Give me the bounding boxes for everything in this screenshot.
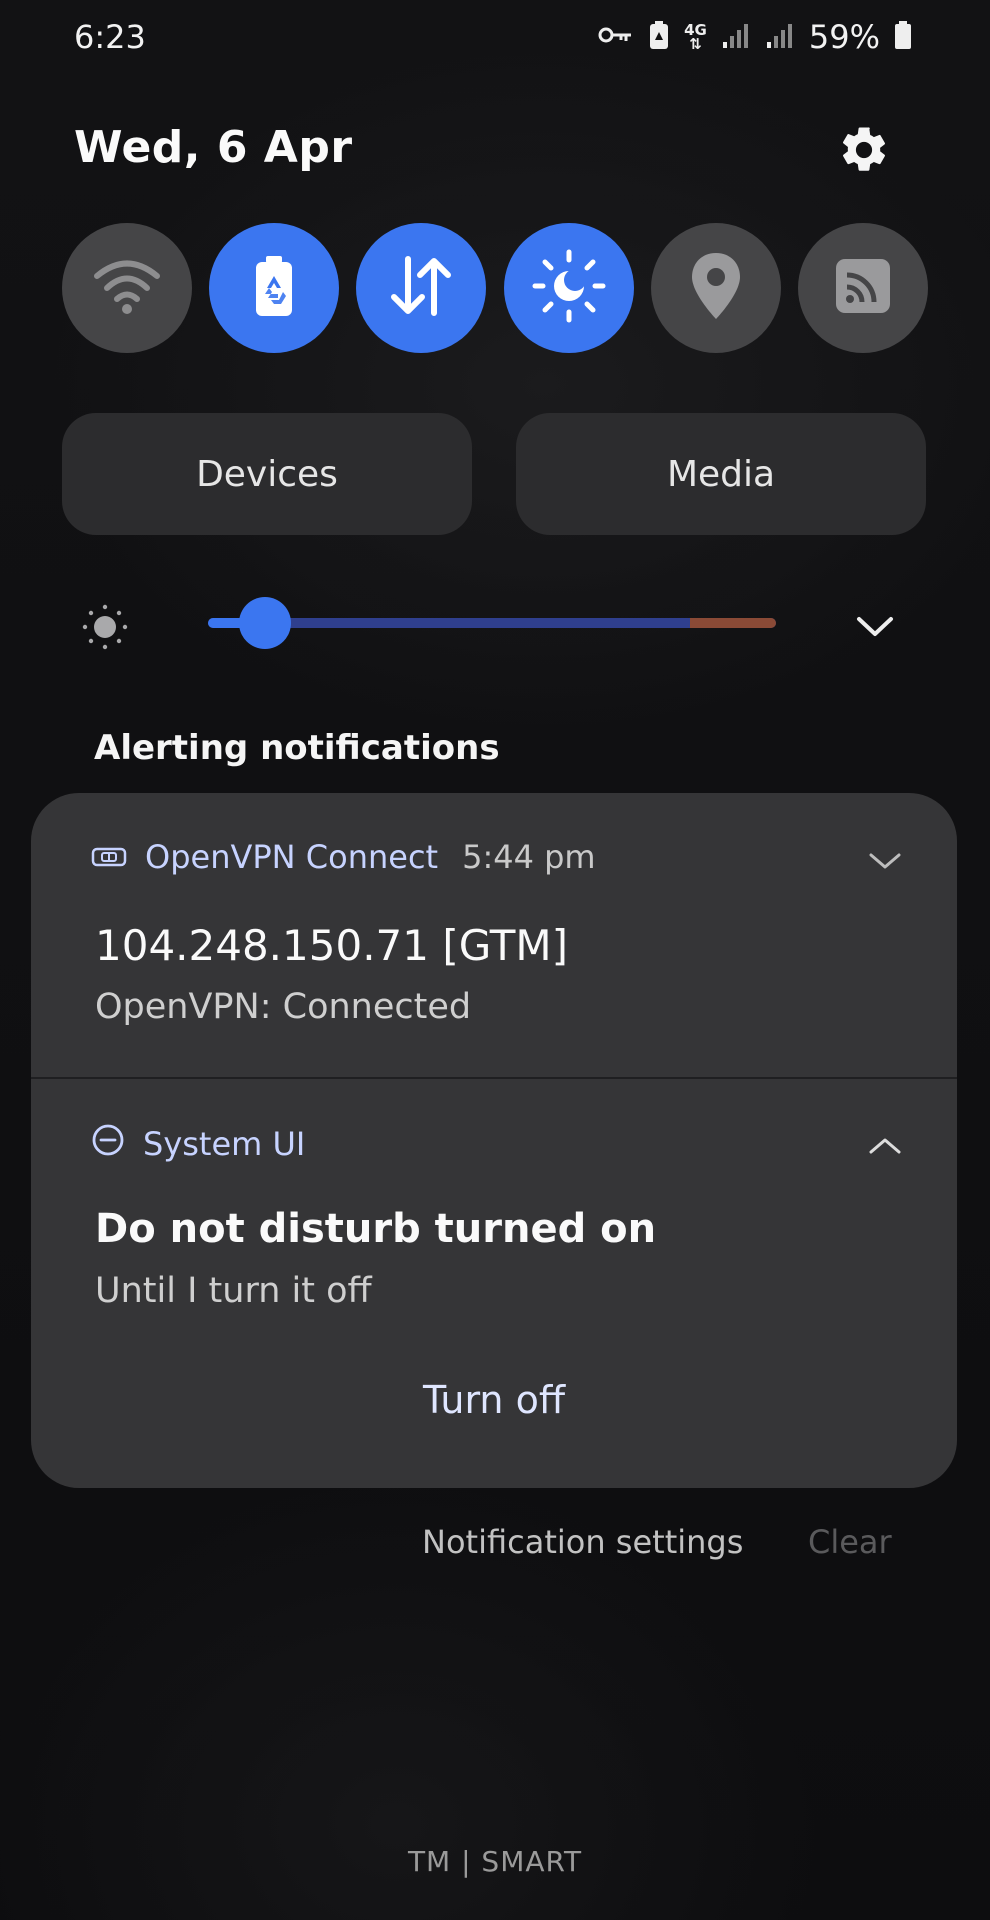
status-icons: 4G ⇅ 59% [598, 18, 912, 56]
notification-systemui-header[interactable]: System UI [91, 1123, 305, 1165]
brightness-sun-icon [80, 602, 130, 652]
vpn-key-icon [598, 25, 634, 49]
notification-card: OpenVPN Connect 5:44 pm 104.248.150.71 [… [31, 793, 957, 1488]
alerting-notifications-title: Alerting notifications [94, 728, 500, 768]
settings-gear-icon[interactable] [836, 122, 892, 178]
notification-time: 5:44 pm [462, 838, 596, 876]
cast-icon [834, 257, 892, 319]
cast-toggle[interactable] [797, 223, 928, 353]
media-button[interactable]: Media [516, 413, 926, 535]
power-saving-icon [250, 254, 298, 322]
notification-settings-button[interactable]: Notification settings [422, 1523, 743, 1561]
battery-icon [894, 21, 912, 53]
turn-off-button[interactable]: Turn off [423, 1378, 565, 1422]
notification-title[interactable]: Do not disturb turned on [95, 1206, 656, 1252]
wifi-icon [92, 256, 162, 320]
location-toggle[interactable] [650, 223, 781, 353]
do-not-disturb-icon [91, 1123, 125, 1165]
notification-openvpn-header[interactable]: OpenVPN Connect 5:44 pm [91, 838, 596, 876]
notification-app-name: System UI [143, 1125, 306, 1163]
mobile-data-icon [386, 253, 456, 323]
status-time: 6:23 [74, 18, 146, 56]
signal-icon-2 [765, 22, 795, 52]
clear-button[interactable]: Clear [808, 1523, 892, 1561]
eye-comfort-icon [531, 248, 607, 328]
expand-chevron-down-icon[interactable] [850, 602, 900, 652]
date-label: Wed, 6 Apr [74, 122, 353, 173]
wifi-toggle[interactable] [62, 223, 192, 353]
notification-body: OpenVPN: Connected [95, 987, 472, 1027]
signal-icon [721, 22, 751, 52]
notification-expand-chevron-down-icon[interactable] [860, 841, 910, 881]
quick-settings-row [62, 223, 928, 353]
notification-collapse-chevron-up-icon[interactable] [860, 1126, 910, 1166]
brightness-slider-handle[interactable] [238, 597, 291, 649]
brightness-slider-extra [690, 618, 776, 628]
power-saving-toggle[interactable] [209, 223, 340, 353]
battery-percent: 59% [808, 18, 880, 56]
vpn-app-icon [91, 838, 127, 876]
notification-title[interactable]: 104.248.150.71 [GTM] [95, 921, 568, 970]
battery-saver-status-icon [648, 20, 670, 54]
devices-button[interactable]: Devices [62, 413, 472, 535]
brightness-slider-track[interactable] [208, 618, 776, 628]
mobile-data-toggle[interactable] [356, 223, 487, 353]
network-type-label: 4G ⇅ [684, 21, 707, 53]
notification-divider [31, 1077, 957, 1079]
notification-body: Until I turn it off [95, 1271, 372, 1311]
eye-comfort-toggle[interactable] [503, 223, 634, 353]
carrier-label: TM | SMART [407, 1845, 583, 1878]
notification-app-name: OpenVPN Connect [145, 838, 439, 876]
location-icon [689, 251, 743, 325]
turn-off-button-row: Turn off [31, 1378, 957, 1422]
